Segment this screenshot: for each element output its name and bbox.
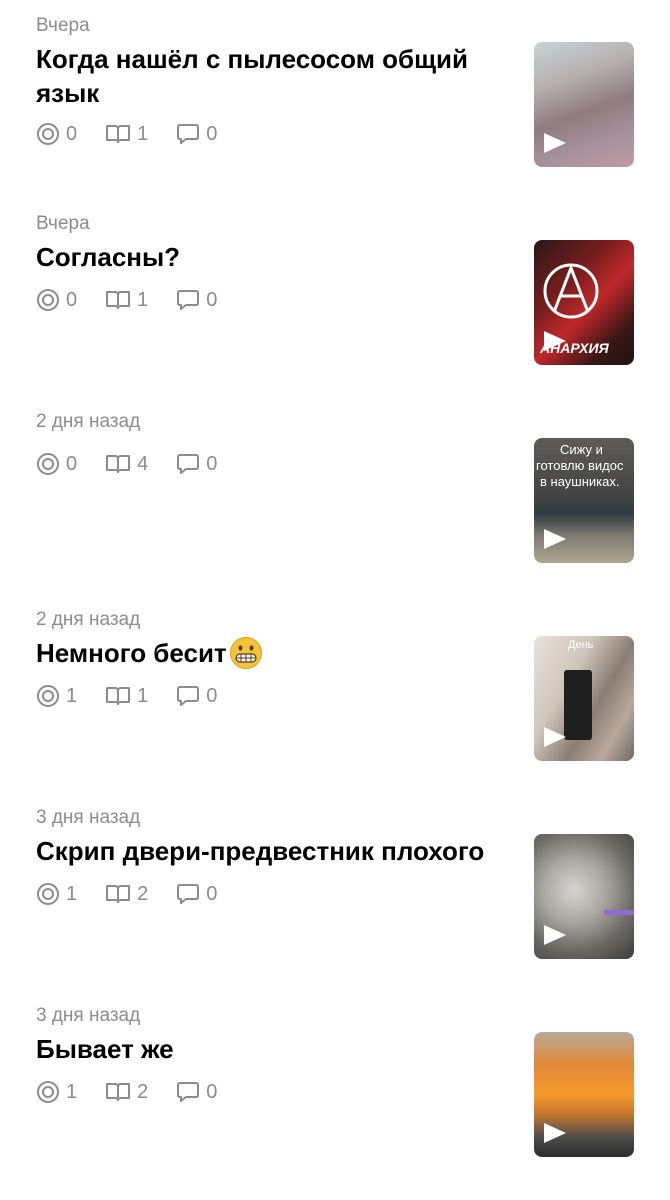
post-date: 3 дня назад	[36, 807, 141, 828]
reads-stat: 1	[105, 123, 148, 146]
comments-icon	[177, 686, 200, 706]
play-icon	[544, 331, 566, 351]
play-icon	[544, 133, 566, 153]
views-count: 0	[66, 452, 78, 475]
post-stats: 1 1 0	[36, 683, 245, 709]
views-icon	[37, 685, 59, 707]
comments-count: 0	[206, 882, 218, 905]
video-thumbnail[interactable]	[534, 834, 634, 959]
reads-icon	[106, 885, 131, 903]
post-title[interactable]: Скрип двери-предвестник плохого	[36, 834, 531, 868]
thumbnail-caption-line: в наушниках.	[540, 474, 620, 489]
views-count: 1	[66, 882, 78, 905]
post-stats: 1 2 0	[36, 1079, 245, 1105]
publications-feed: Вчера Когда нашёл с пылесосом общий язык…	[0, 0, 670, 1200]
views-stat: 0	[36, 122, 77, 146]
post-title[interactable]: Бывает же	[36, 1032, 524, 1066]
comments-stat: 0	[176, 123, 217, 146]
comments-icon	[177, 1082, 200, 1102]
play-icon	[544, 727, 566, 747]
video-thumbnail[interactable]	[534, 1032, 634, 1157]
video-thumbnail[interactable]: АНАРХИЯ	[534, 240, 634, 365]
light-strip-graphic	[604, 910, 634, 915]
reads-count: 2	[137, 1080, 149, 1103]
reads-icon	[106, 125, 131, 143]
comments-count: 0	[206, 288, 218, 311]
post-item[interactable]: 3 дня назад Бывает же 1 2 0	[0, 1004, 670, 1157]
comments-stat: 0	[176, 453, 217, 476]
play-icon	[544, 1123, 566, 1143]
views-count: 0	[66, 122, 78, 145]
comments-stat: 0	[176, 883, 217, 906]
reads-stat: 2	[105, 883, 148, 906]
post-stats: 0 4 0	[36, 451, 245, 477]
post-item[interactable]: 2 дня назад 0 4 0 Сижу и готовлю видос в…	[0, 410, 670, 563]
play-icon	[544, 529, 566, 549]
video-thumbnail[interactable]: День	[534, 636, 634, 761]
post-title[interactable]: Согласны?	[36, 240, 524, 274]
views-stat: 1	[36, 684, 77, 708]
views-count: 0	[66, 288, 78, 311]
post-date: 3 дня назад	[36, 1005, 141, 1026]
post-stats: 0 1 0	[36, 121, 245, 147]
views-icon	[37, 289, 59, 311]
views-count: 1	[66, 1080, 78, 1103]
post-item[interactable]: 3 дня назад Скрип двери-предвестник плох…	[0, 806, 670, 959]
comments-count: 0	[206, 122, 218, 145]
comments-icon	[177, 454, 200, 474]
post-item[interactable]: Вчера Когда нашёл с пылесосом общий язык…	[0, 14, 670, 167]
post-title[interactable]: Когда нашёл с пылесосом общий язык	[36, 42, 524, 110]
video-thumbnail[interactable]	[534, 42, 634, 167]
views-stat: 1	[36, 882, 77, 906]
device-graphic	[564, 670, 592, 740]
views-stat: 1	[36, 1080, 77, 1104]
play-icon	[544, 925, 566, 945]
comments-icon	[177, 290, 200, 310]
comments-stat: 0	[176, 1081, 217, 1104]
comments-icon	[177, 884, 200, 904]
post-date: Вчера	[36, 213, 90, 234]
post-title: Немного бесит	[36, 638, 227, 668]
comments-stat: 0	[176, 685, 217, 708]
views-stat: 0	[36, 288, 77, 312]
thumbnail-caption-line: готовлю видос	[536, 458, 624, 473]
post-stats: 0 1 0	[36, 287, 245, 313]
comments-count: 0	[206, 452, 218, 475]
reads-stat: 1	[105, 685, 148, 708]
post-title-row[interactable]: Немного бесит	[36, 636, 524, 670]
reads-count: 1	[137, 288, 149, 311]
reads-icon	[106, 455, 131, 473]
reads-count: 1	[137, 684, 149, 707]
post-date: 2 дня назад	[36, 609, 141, 630]
thumbnail-caption-line: Сижу и	[560, 442, 603, 457]
thumbnail-caption: День	[568, 639, 594, 651]
post-date: 2 дня назад	[36, 411, 141, 432]
reads-count: 1	[137, 122, 149, 145]
video-thumbnail[interactable]: Сижу и готовлю видос в наушниках.	[534, 438, 634, 563]
reads-stat: 4	[105, 453, 148, 476]
reads-icon	[106, 687, 131, 705]
reads-count: 4	[137, 452, 149, 475]
grimacing-face-icon	[229, 637, 262, 669]
reads-count: 2	[137, 882, 149, 905]
views-icon	[37, 453, 59, 475]
views-icon	[37, 123, 59, 145]
views-count: 1	[66, 684, 78, 707]
views-icon	[37, 1081, 59, 1103]
anarchy-symbol-graphic	[543, 263, 599, 319]
post-stats: 1 2 0	[36, 881, 245, 907]
comments-icon	[177, 124, 200, 144]
post-item[interactable]: 2 дня назад Немного бесит 1 1 0 День	[0, 608, 670, 761]
reads-icon	[106, 1083, 131, 1101]
views-icon	[37, 883, 59, 905]
reads-stat: 1	[105, 289, 148, 312]
comments-count: 0	[206, 684, 218, 707]
comments-stat: 0	[176, 289, 217, 312]
post-date: Вчера	[36, 15, 90, 36]
comments-count: 0	[206, 1080, 218, 1103]
views-stat: 0	[36, 452, 77, 476]
reads-icon	[106, 291, 131, 309]
post-item[interactable]: Вчера Согласны? 0 1 0 АНАРХИЯ	[0, 212, 670, 365]
reads-stat: 2	[105, 1081, 148, 1104]
